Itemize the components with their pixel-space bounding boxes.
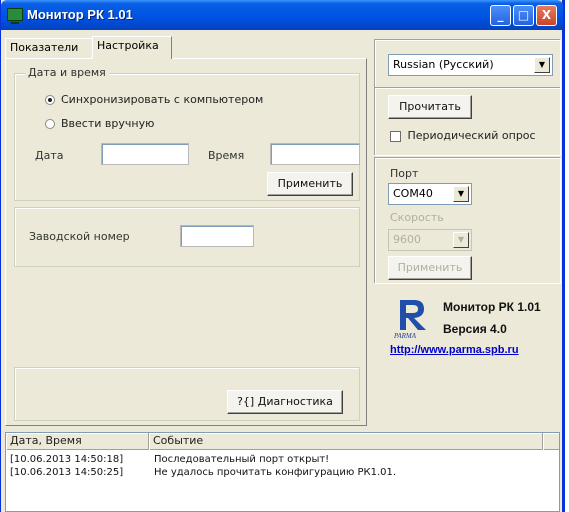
window-title: Монитор РК 1.01 <box>27 7 133 22</box>
language-selected-value: Russian (Русский) <box>393 58 494 71</box>
chevron-down-icon[interactable]: ▼ <box>453 186 469 202</box>
radio-manual-option[interactable]: Ввести вручную <box>45 117 154 130</box>
apply-port-button[interactable]: Применить <box>388 256 472 280</box>
log-row-time: [10.06.2013 14:50:25] <box>10 467 124 478</box>
column-header-filler <box>543 433 559 450</box>
about-title: Монитор РК 1.01 <box>443 300 541 314</box>
time-label: Время <box>208 149 245 162</box>
port-label: Порт <box>390 167 419 180</box>
website-link[interactable]: http://www.parma.spb.ru <box>390 344 519 356</box>
read-button[interactable]: Прочитать <box>388 95 472 119</box>
speed-label: Скорость <box>390 211 444 224</box>
serial-group: Заводской номер <box>14 207 360 267</box>
date-input[interactable] <box>101 143 189 165</box>
port-select[interactable]: COM40 ▼ <box>388 183 472 205</box>
tab-settings[interactable]: Настройка <box>92 36 172 59</box>
maximize-button[interactable]: □ <box>513 5 534 26</box>
title-bar[interactable]: Монитор РК 1.01 _ □ X <box>1 0 563 30</box>
time-input[interactable] <box>270 143 360 165</box>
serial-number-label: Заводской номер <box>29 230 130 243</box>
radio-sync-label: Синхронизировать с компьютером <box>61 93 264 106</box>
radio-button-icon[interactable] <box>45 118 55 129</box>
datetime-group: Дата и время Синхронизировать с компьюте… <box>14 66 360 201</box>
datetime-group-legend: Дата и время <box>25 66 109 79</box>
chevron-down-icon[interactable]: ▼ <box>534 57 550 73</box>
settings-tab-panel: Дата и время Синхронизировать с компьюте… <box>5 58 367 426</box>
checkbox-icon[interactable] <box>390 130 401 142</box>
about-version: Версия 4.0 <box>443 322 507 336</box>
port-selected-value: COM40 <box>393 187 433 200</box>
close-button[interactable]: X <box>536 5 557 26</box>
event-log-list[interactable]: Дата, Время Событие [10.06.2013 14:50:18… <box>5 432 560 512</box>
column-header-event[interactable]: Событие <box>149 433 543 450</box>
log-row-time: [10.06.2013 14:50:18] <box>10 454 124 465</box>
read-group: Прочитать Периодический опрос <box>375 88 561 156</box>
speed-select[interactable]: 9600 ▼ <box>388 229 472 251</box>
periodic-poll-label: Периодический опрос <box>407 129 536 142</box>
language-select[interactable]: Russian (Русский) ▼ <box>388 54 553 76</box>
log-header: Дата, Время Событие <box>6 433 559 450</box>
periodic-poll-checkbox[interactable]: Периодический опрос <box>390 129 536 142</box>
port-group: Порт COM40 ▼ Скорость 9600 ▼ Применить <box>375 158 561 284</box>
date-label: Дата <box>35 149 64 162</box>
parma-logo: PARMA <box>392 296 432 340</box>
log-row-event: Не удалось прочитать конфигурацию РК1.01… <box>154 467 397 478</box>
diagnostics-group: ?{] Диагностика <box>14 367 360 421</box>
chevron-down-icon[interactable]: ▼ <box>453 232 469 248</box>
column-header-datetime[interactable]: Дата, Время <box>6 433 149 450</box>
log-row-event: Последовательный порт открыт! <box>154 454 330 465</box>
diagnostics-button[interactable]: ?{] Диагностика <box>227 390 343 414</box>
minimize-button[interactable]: _ <box>490 5 511 26</box>
speed-selected-value: 9600 <box>393 233 421 246</box>
radio-sync-option[interactable]: Синхронизировать с компьютером <box>45 93 263 106</box>
main-window: Монитор РК 1.01 _ □ X Показатели Настрой… <box>0 0 565 512</box>
apply-datetime-button[interactable]: Применить <box>267 172 353 196</box>
serial-number-input[interactable] <box>180 225 254 247</box>
logo-text: PARMA <box>393 332 417 340</box>
tab-indicators[interactable]: Показатели <box>5 38 92 58</box>
monitor-app-icon <box>7 8 23 24</box>
radio-manual-label: Ввести вручную <box>61 117 155 130</box>
radio-button-icon[interactable] <box>45 94 55 105</box>
language-group: Russian (Русский) ▼ <box>375 40 561 88</box>
